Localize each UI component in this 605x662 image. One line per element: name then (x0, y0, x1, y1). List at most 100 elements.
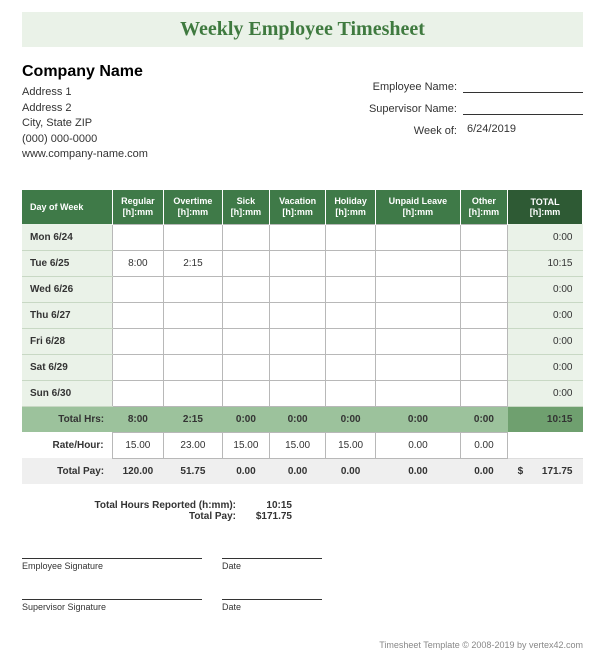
employee-name-field[interactable] (463, 79, 583, 93)
day-label: Tue 6/25 (22, 250, 112, 276)
time-cell[interactable] (376, 224, 461, 250)
day-label: Fri 6/28 (22, 328, 112, 354)
col-unpaid: Unpaid Leave[h]:mm (376, 190, 461, 224)
company-website: www.company-name.com (22, 147, 148, 162)
time-cell[interactable] (112, 380, 163, 406)
time-cell[interactable] (326, 250, 376, 276)
time-cell[interactable] (164, 328, 223, 354)
time-cell[interactable] (112, 302, 163, 328)
time-cell[interactable] (112, 328, 163, 354)
col-vacation: Vacation[h]:mm (270, 190, 326, 224)
time-cell[interactable] (376, 328, 461, 354)
time-cell[interactable] (112, 276, 163, 302)
time-cell[interactable] (222, 224, 269, 250)
pay-row: Total Pay: 120.0051.750.00 0.000.000.00 … (22, 458, 583, 484)
time-cell[interactable] (326, 224, 376, 250)
time-cell[interactable] (222, 250, 269, 276)
col-regular: Regular[h]:mm (112, 190, 163, 224)
time-cell[interactable] (222, 328, 269, 354)
time-cell[interactable] (376, 380, 461, 406)
table-row: Sun 6/30 0:00 (22, 380, 583, 406)
week-of-value: 6/24/2019 (463, 123, 583, 137)
employee-signature-field[interactable]: Employee Signature (22, 558, 202, 571)
time-cell[interactable] (326, 380, 376, 406)
supervisor-name-field[interactable] (463, 101, 583, 115)
time-cell[interactable] (222, 354, 269, 380)
time-cell[interactable] (164, 354, 223, 380)
time-cell[interactable] (164, 224, 223, 250)
row-total: 0:00 (508, 224, 583, 250)
rate-row: Rate/Hour: 15.0023.00 15.0015.00 15.000.… (22, 432, 583, 458)
col-total: TOTAL[h]:mm (508, 190, 583, 224)
time-cell[interactable] (270, 380, 326, 406)
time-cell[interactable] (270, 250, 326, 276)
row-total: 0:00 (508, 276, 583, 302)
time-cell[interactable] (270, 276, 326, 302)
company-city: City, State ZIP (22, 116, 148, 131)
row-total: 10:15 (508, 250, 583, 276)
row-total: 0:00 (508, 380, 583, 406)
time-cell[interactable] (164, 276, 223, 302)
time-cell[interactable] (460, 328, 507, 354)
summary-hours-label: Total Hours Reported (h:mm): (82, 500, 242, 511)
time-cell[interactable] (376, 250, 461, 276)
day-label: Thu 6/27 (22, 302, 112, 328)
time-cell[interactable] (270, 328, 326, 354)
time-cell[interactable] (270, 224, 326, 250)
col-sick: Sick[h]:mm (222, 190, 269, 224)
time-cell[interactable] (326, 276, 376, 302)
col-overtime: Overtime[h]:mm (164, 190, 223, 224)
time-cell[interactable] (376, 276, 461, 302)
row-total: 0:00 (508, 328, 583, 354)
day-label: Mon 6/24 (22, 224, 112, 250)
time-cell[interactable]: 8:00 (112, 250, 163, 276)
time-cell[interactable] (270, 302, 326, 328)
col-holiday: Holiday[h]:mm (326, 190, 376, 224)
table-row: Fri 6/28 0:00 (22, 328, 583, 354)
supervisor-name-label: Supervisor Name: (369, 103, 457, 115)
company-address1: Address 1 (22, 85, 148, 100)
time-cell[interactable] (222, 276, 269, 302)
col-day: Day of Week (22, 190, 112, 224)
time-cell[interactable] (460, 276, 507, 302)
table-row: Sat 6/290:00 (22, 354, 583, 380)
summary-pay-label: Total Pay: (82, 511, 242, 522)
page-title: Weekly Employee Timesheet (22, 18, 583, 41)
time-cell[interactable] (326, 354, 376, 380)
week-of-label: Week of: (414, 125, 457, 137)
employee-name-label: Employee Name: (373, 81, 457, 93)
supervisor-date-field[interactable]: Date (222, 599, 322, 612)
total-hours-row: Total Hrs: 8:002:150:00 0:000:000:00 0:0… (22, 406, 583, 432)
day-label: Sun 6/30 (22, 380, 112, 406)
table-row: Tue 6/258:002:15 10:15 (22, 250, 583, 276)
table-row: Wed 6/26 0:00 (22, 276, 583, 302)
time-cell[interactable] (376, 302, 461, 328)
time-cell[interactable] (326, 328, 376, 354)
summary-hours-value: 10:15 (242, 500, 292, 511)
time-cell[interactable] (460, 250, 507, 276)
employee-date-field[interactable]: Date (222, 558, 322, 571)
time-cell[interactable] (164, 380, 223, 406)
supervisor-signature-field[interactable]: Supervisor Signature (22, 599, 202, 612)
time-cell[interactable] (460, 302, 507, 328)
time-cell[interactable]: 2:15 (164, 250, 223, 276)
time-cell[interactable] (112, 224, 163, 250)
time-cell[interactable] (222, 380, 269, 406)
day-label: Wed 6/26 (22, 276, 112, 302)
company-phone: (000) 000-0000 (22, 132, 148, 147)
time-cell[interactable] (326, 302, 376, 328)
time-cell[interactable] (270, 354, 326, 380)
day-label: Sat 6/29 (22, 354, 112, 380)
time-cell[interactable] (222, 302, 269, 328)
time-cell[interactable] (164, 302, 223, 328)
time-cell[interactable] (376, 354, 461, 380)
table-row: Mon 6/24 0:00 (22, 224, 583, 250)
footer-text: Timesheet Template © 2008-2019 by vertex… (22, 640, 583, 650)
time-cell[interactable] (460, 380, 507, 406)
timesheet-table: Day of Week Regular[h]:mm Overtime[h]:mm… (22, 190, 583, 484)
time-cell[interactable] (460, 224, 507, 250)
summary-block: Total Hours Reported (h:mm): 10:15 Total… (82, 500, 583, 522)
time-cell[interactable] (460, 354, 507, 380)
time-cell[interactable] (112, 354, 163, 380)
title-bar: Weekly Employee Timesheet (22, 12, 583, 47)
